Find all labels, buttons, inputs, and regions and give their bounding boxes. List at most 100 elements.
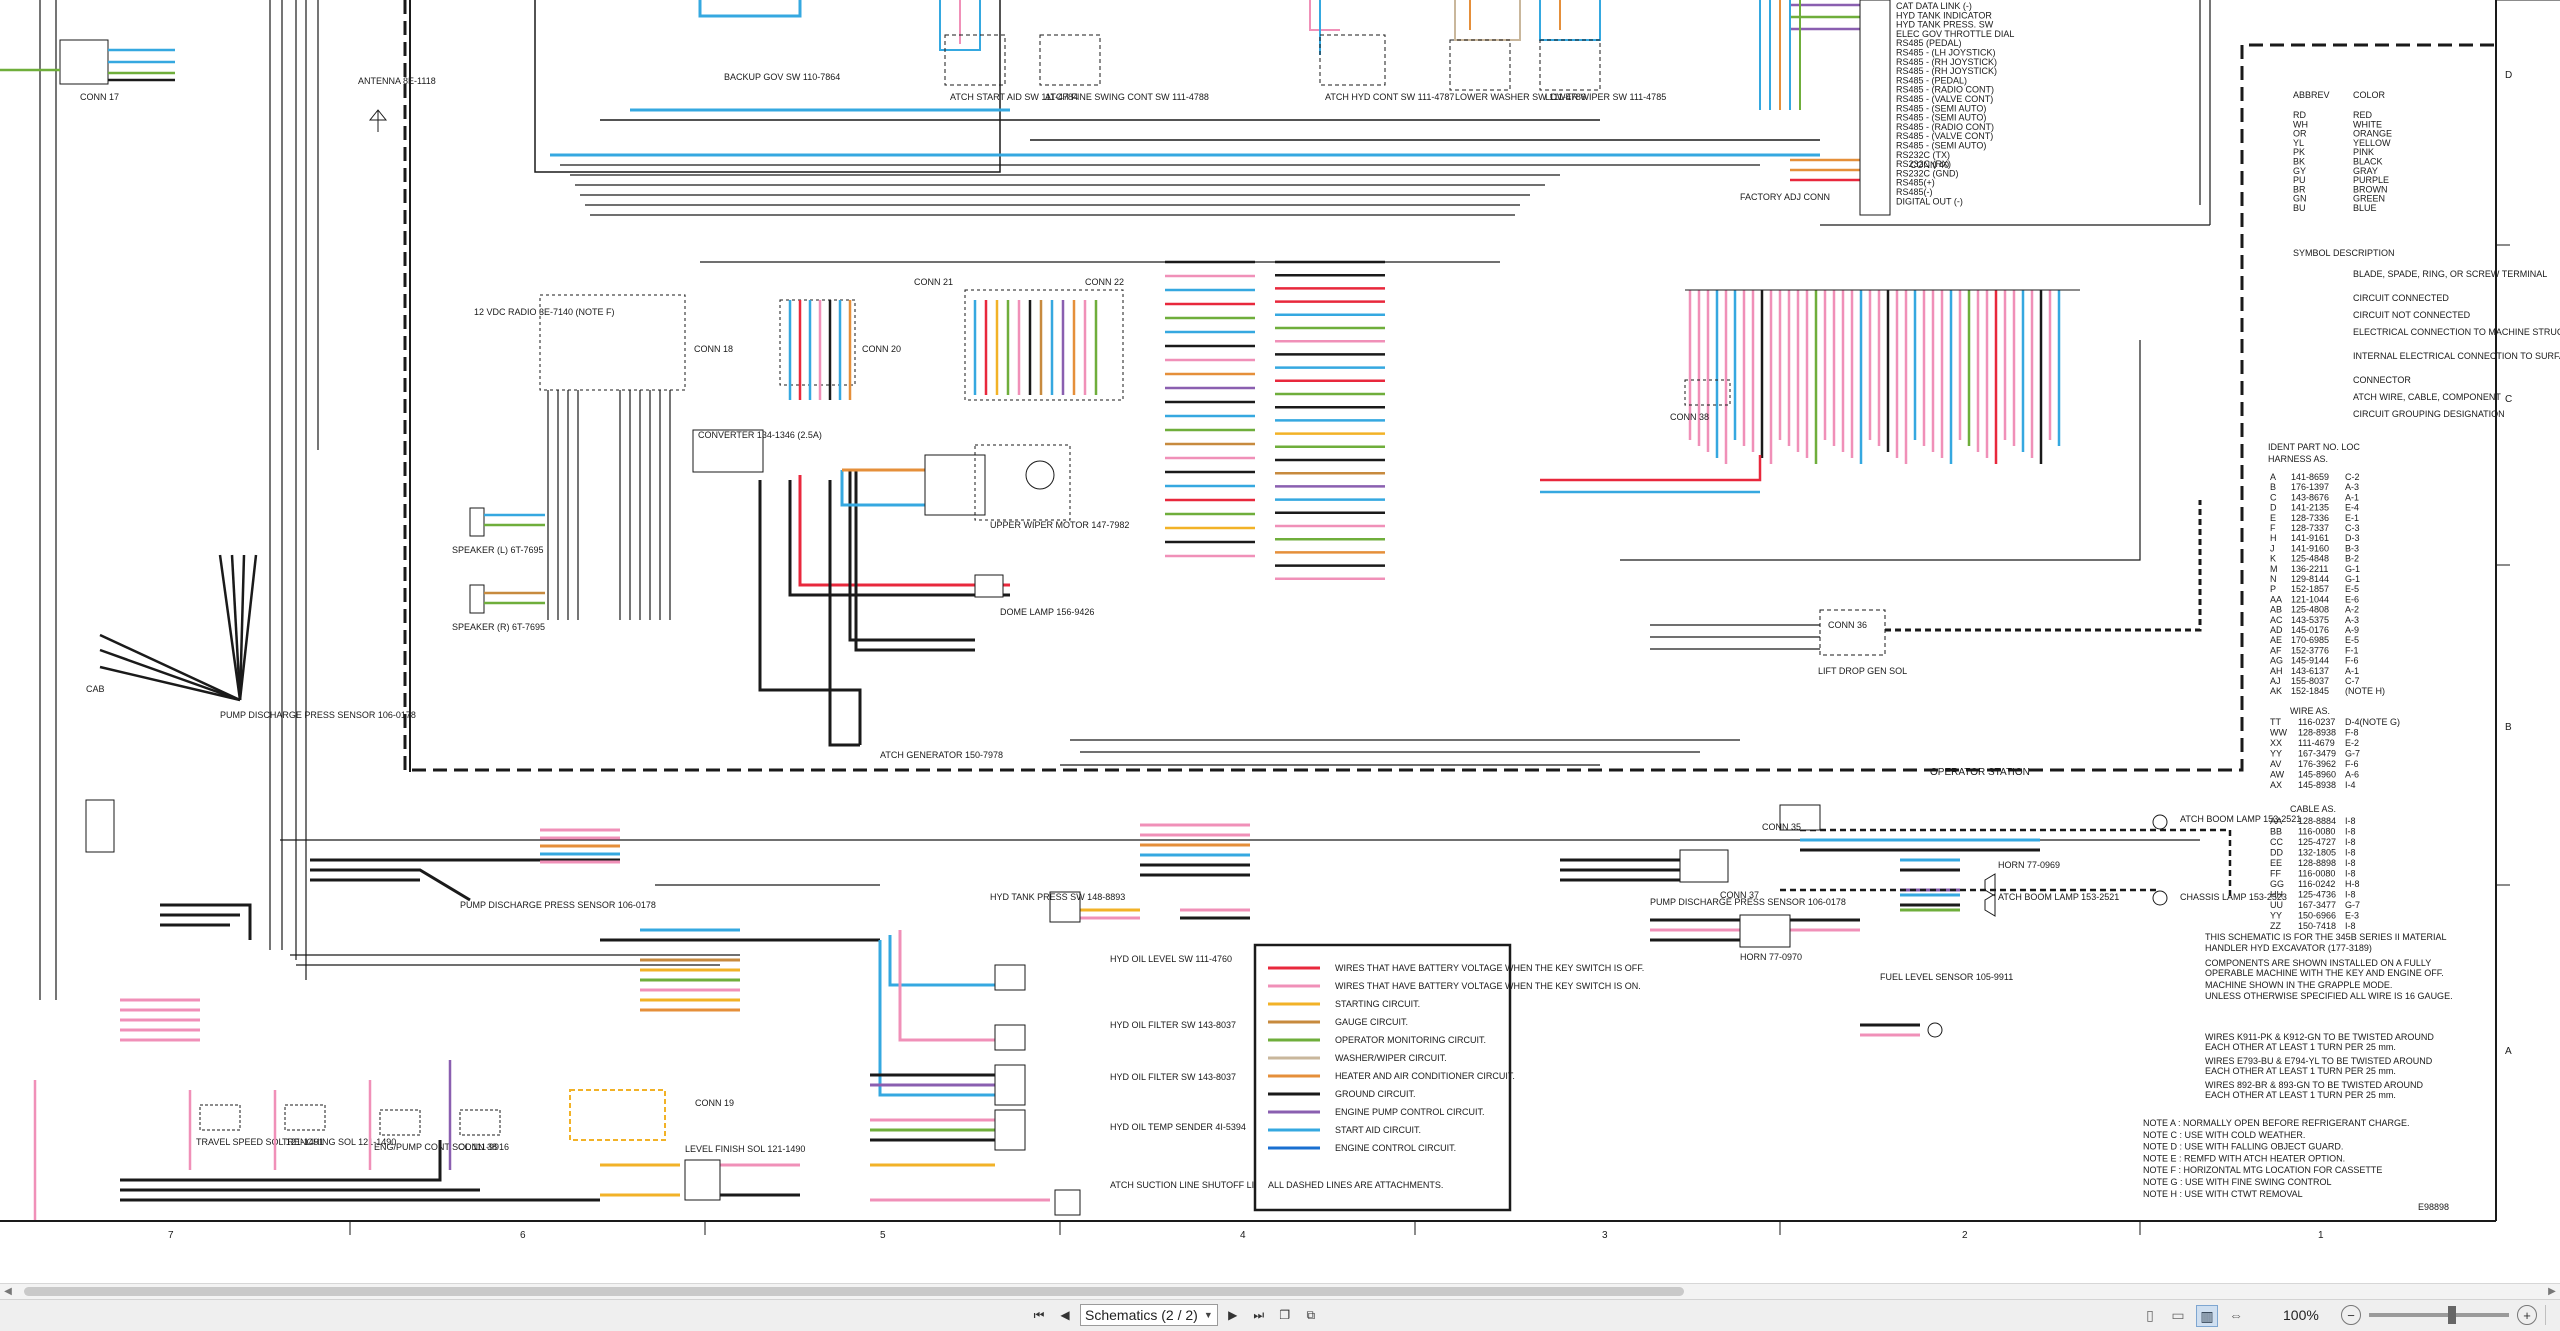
- prev-page-icon[interactable]: ◀: [1054, 1304, 1076, 1326]
- cable-ident: BB: [2270, 827, 2282, 837]
- harness-part-no: 121-1044: [2291, 594, 2329, 604]
- zoom-slider-knob[interactable]: [2448, 1306, 2457, 1324]
- harness-part-no: 141-2135: [2291, 503, 2329, 513]
- scroll-left-icon[interactable]: ◀: [0, 1284, 16, 1300]
- wire-legend-label: ENGINE PUMP CONTROL CIRCUIT.: [1335, 1107, 1485, 1117]
- cable-loc: I-8: [2345, 848, 2356, 858]
- atch-suction-label: CONN 19: [695, 1098, 734, 1108]
- cable-ident: ZZ: [2270, 921, 2281, 931]
- harness-ident: AJ: [2270, 676, 2281, 686]
- lower-wiper-label: LOWER WIPER SW 111-4785: [1545, 92, 1666, 102]
- conn22-label: CONN 22: [1085, 277, 1124, 287]
- wire-loc: I-4: [2345, 780, 2356, 790]
- continuous-view-icon[interactable]: ▭: [2168, 1305, 2188, 1325]
- harness-ident: N: [2270, 574, 2277, 584]
- harness-loc: C-2: [2345, 472, 2360, 482]
- wire-legend-label: WASHER/WIPER CIRCUIT.: [1335, 1053, 1447, 1063]
- conn38-wire-bundle: [1685, 289, 2080, 464]
- next-page-icon[interactable]: ▶: [1222, 1304, 1244, 1326]
- symbol-description: ATCH WIRE, CABLE, COMPONENT: [2353, 392, 2501, 402]
- fit-width-icon[interactable]: ⇔: [2226, 1305, 2246, 1325]
- harness-loc: C-7: [2345, 676, 2360, 686]
- row-letter-ruler: D C B A: [2505, 70, 2512, 1057]
- harness-title: HARNESS AS.: [2268, 454, 2328, 464]
- cable-loc: I-8: [2345, 837, 2356, 847]
- horizontal-scrollbar[interactable]: ◀ ▶: [0, 1283, 2560, 1300]
- facing-view-icon[interactable]: ▥: [2196, 1305, 2218, 1327]
- chassis-label-3: PUMP DISCHARGE PRESS SENSOR 106-0178: [460, 900, 656, 910]
- schematic-note-line: EACH OTHER AT LEAST 1 TURN PER 25 mm.: [2205, 1066, 2396, 1076]
- dome-lamp-label: DOME LAMP 156-9426: [1000, 607, 1094, 617]
- harness-part-no: 170-6985: [2291, 635, 2329, 645]
- scroll-right-icon[interactable]: ▶: [2544, 1284, 2560, 1300]
- scrollbar-thumb[interactable]: [24, 1287, 1684, 1296]
- schematic-drawing: CONN 17 ANTENNA 8E-1118 BACKUP GOV SW 11…: [0, 0, 2560, 1241]
- wire-ident: YY: [2270, 749, 2282, 759]
- copy-pages-icon[interactable]: ❐: [1274, 1304, 1296, 1326]
- conn40-label: CONN 40: [1910, 160, 1949, 170]
- cable-part-no: 128-8898: [2298, 858, 2336, 868]
- conn38-label: CONN 38: [1670, 412, 1709, 422]
- zoom-slider[interactable]: [2369, 1306, 2509, 1324]
- color-legend-title-left: ABBREV: [2293, 90, 2330, 100]
- symbol-legend: BLADE, SPADE, RING, OR SCREW TERMINAL CIR…: [2353, 269, 2560, 419]
- cable-part-no: 125-4736: [2298, 890, 2336, 900]
- factory-adj-conn-label: FACTORY ADJ CONN: [1740, 192, 1830, 202]
- wire-legend-label: GAUGE CIRCUIT.: [1335, 1017, 1408, 1027]
- harness-part-no: 141-8659: [2291, 472, 2329, 482]
- harness-part-no: 152-1857: [2291, 584, 2329, 594]
- zoom-out-icon[interactable]: −: [2341, 1305, 2361, 1325]
- harness-table: A 141-8659 C-2 B 176-1397 A-3 C 143-8676 A-1 D 141…: [2270, 472, 2385, 696]
- cable-loc: G-7: [2345, 900, 2360, 910]
- harness-ident: K: [2270, 554, 2276, 564]
- harness-loc: E-6: [2345, 594, 2359, 604]
- schematic-note-line: WIRES E793-BU & E794-YL TO BE TWISTED AR…: [2205, 1056, 2433, 1066]
- atch-hyd-cont-label: ATCH HYD CONT SW 111-4787: [1325, 92, 1454, 102]
- column-number: 7: [168, 1230, 174, 1241]
- harness-loc: E-5: [2345, 584, 2359, 594]
- schematic-note: NOTE E : REMFD WITH ATCH HEATER OPTION.: [2143, 1153, 2345, 1163]
- wire-loc: A-6: [2345, 770, 2359, 780]
- speaker-r-label: SPEAKER (R) 6T-7695: [452, 622, 545, 632]
- harness-part-no: 129-8144: [2291, 574, 2329, 584]
- cable-loc: I-8: [2345, 858, 2356, 868]
- harness-part-no: 152-1845: [2291, 686, 2329, 696]
- harness-loc: C-3: [2345, 523, 2360, 533]
- horn2-label: ATCH BOOM LAMP 153-2521: [1998, 892, 2119, 902]
- wire-part-no: 167-3479: [2298, 749, 2336, 759]
- wire-ident: AX: [2270, 780, 2282, 790]
- zoom-value[interactable]: 100%: [2283, 1307, 2333, 1323]
- symbol-description: INTERNAL ELECTRICAL CONNECTION TO SURFAC…: [2353, 351, 2560, 361]
- single-page-view-icon[interactable]: ▯: [2140, 1305, 2160, 1325]
- first-page-icon[interactable]: ⏮: [1028, 1304, 1050, 1326]
- zoom-in-icon[interactable]: +: [2517, 1305, 2537, 1325]
- viewer-status-bar: ⏮ ◀ Schematics (2 / 2) ▼ ▶ ⏭ ❐ ⧉ ▯ ▭ ▥ ⇔…: [0, 1299, 2560, 1331]
- harness-part-no: 143-5375: [2291, 615, 2329, 625]
- color-name: BLUE: [2353, 203, 2377, 213]
- column-number: 3: [1602, 1230, 1608, 1241]
- column-number: 1: [2318, 1230, 2324, 1241]
- conn21-wire-bundle: [973, 260, 1385, 581]
- harness-loc: B-3: [2345, 543, 2359, 553]
- lift-drop-label: CONN 36: [1828, 620, 1867, 630]
- hyd-oil-level-label: HYD OIL FILTER SW 143-8037: [1110, 1020, 1236, 1030]
- harness-part-no: 128-7337: [2291, 523, 2329, 533]
- harness-ident: AA: [2270, 594, 2282, 604]
- extract-pages-icon[interactable]: ⧉: [1300, 1304, 1322, 1326]
- harness-part-no: 155-8037: [2291, 676, 2329, 686]
- cable-ident: GG: [2270, 879, 2284, 889]
- schematic-note-line: THIS SCHEMATIC IS FOR THE 345B SERIES II…: [2205, 932, 2447, 942]
- last-page-icon[interactable]: ⏭: [1248, 1304, 1270, 1326]
- column-number: 4: [1240, 1230, 1246, 1241]
- harness-loc: A-2: [2345, 605, 2359, 615]
- wire-legend-footer: ALL DASHED LINES ARE ATTACHMENTS.: [1268, 1180, 1443, 1190]
- wire-loc: E-2: [2345, 738, 2359, 748]
- harness-part-no: 143-8676: [2291, 492, 2329, 502]
- expand-icon[interactable]: ⤢: [2554, 1304, 2560, 1326]
- harness-loc: A-3: [2345, 615, 2359, 625]
- schematic-note: NOTE H : USE WITH CTWT REMOVAL: [2143, 1189, 2303, 1199]
- schematic-note-line: WIRES 892-BR & 893-GN TO BE TWISTED AROU…: [2205, 1080, 2424, 1090]
- page-selector[interactable]: Schematics (2 / 2) ▼: [1080, 1304, 1218, 1326]
- symbol-description: CIRCUIT GROUPING DESIGNATION: [2353, 409, 2505, 419]
- harness-ident: D: [2270, 503, 2277, 513]
